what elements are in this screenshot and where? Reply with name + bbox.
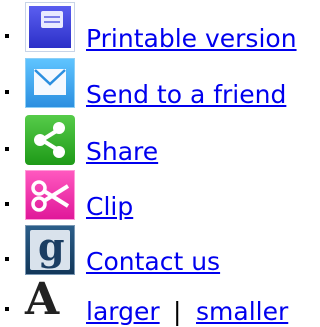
- larger-link[interactable]: larger: [86, 297, 160, 327]
- contact-icon[interactable]: g: [25, 225, 75, 275]
- tool-clip: Clip: [0, 170, 303, 222]
- tool-share: Share: [0, 115, 303, 167]
- tool-printable-version: Printable version: [0, 2, 303, 54]
- bullet: [5, 34, 9, 38]
- text-size-glyph: A: [25, 274, 60, 325]
- tool-text-size: A larger | smaller: [0, 275, 303, 327]
- share-link[interactable]: Share: [86, 137, 158, 167]
- scissors-icon[interactable]: [25, 170, 75, 220]
- text-size-icon: A: [25, 275, 75, 325]
- share-icon[interactable]: [25, 115, 75, 165]
- send-to-friend-link[interactable]: Send to a friend: [86, 80, 286, 110]
- bullet: [5, 147, 9, 151]
- clip-link[interactable]: Clip: [86, 192, 133, 222]
- bullet: [5, 307, 9, 311]
- envelope-icon[interactable]: [25, 58, 75, 108]
- printable-version-link[interactable]: Printable version: [86, 24, 297, 54]
- contact-us-link[interactable]: Contact us: [86, 247, 220, 277]
- tool-contact-us: g Contact us: [0, 225, 303, 277]
- smaller-link[interactable]: smaller: [196, 297, 288, 327]
- printer-icon[interactable]: [25, 2, 75, 52]
- size-separator: |: [173, 297, 182, 326]
- bullet: [5, 257, 9, 261]
- bullet: [5, 90, 9, 94]
- tool-send-to-friend: Send to a friend: [0, 58, 303, 110]
- bullet: [5, 202, 9, 206]
